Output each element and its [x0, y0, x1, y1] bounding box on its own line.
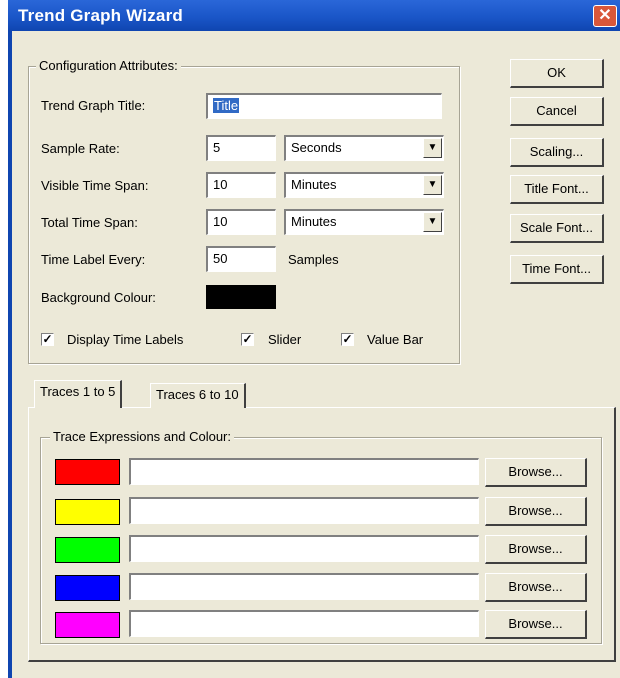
browse-button-5[interactable]: Browse...	[485, 610, 587, 639]
background-colour-swatch[interactable]	[206, 285, 276, 309]
ok-button[interactable]: OK	[510, 59, 604, 88]
chevron-down-icon[interactable]: ▼	[423, 175, 442, 195]
time-font-button[interactable]: Time Font...	[510, 255, 604, 284]
tab-traces-1-to-5[interactable]: Traces 1 to 5	[34, 380, 123, 408]
total-time-span-label: Total Time Span:	[41, 215, 138, 230]
tab-traces-6-to-10[interactable]: Traces 6 to 10	[150, 383, 246, 408]
visible-time-span-unit-value: Minutes	[291, 177, 337, 192]
visible-time-span-input[interactable]: 10	[206, 172, 276, 198]
visible-time-span-label: Visible Time Span:	[41, 178, 149, 193]
time-label-every-label: Time Label Every:	[41, 252, 146, 267]
total-time-span-unit-value: Minutes	[291, 214, 337, 229]
time-label-every-unit: Samples	[288, 252, 339, 267]
title-font-button[interactable]: Title Font...	[510, 175, 604, 204]
total-time-span-unit-select[interactable]: Minutes ▼	[284, 209, 444, 235]
trace-colour-swatch-1[interactable]	[55, 459, 120, 485]
close-icon: ✕	[598, 7, 612, 24]
checkbox-check-icon: ✓	[241, 332, 254, 346]
sample-rate-input[interactable]: 5	[206, 135, 276, 161]
browse-button-4[interactable]: Browse...	[485, 573, 587, 602]
trace-colour-swatch-2[interactable]	[55, 499, 120, 525]
window-title: Trend Graph Wizard	[18, 6, 183, 25]
trace-expression-input-1[interactable]	[129, 458, 479, 485]
trace-colour-swatch-4[interactable]	[55, 575, 120, 601]
trace-expression-input-5[interactable]	[129, 610, 479, 637]
scaling-button[interactable]: Scaling...	[510, 138, 604, 167]
value-bar-label: Value Bar	[367, 332, 424, 347]
trace-expression-input-4[interactable]	[129, 573, 479, 600]
sample-rate-label: Sample Rate:	[41, 141, 120, 156]
background-colour-label: Background Colour:	[41, 290, 156, 305]
sample-rate-unit-select[interactable]: Seconds ▼	[284, 135, 444, 161]
configuration-attributes-legend: Configuration Attributes:	[36, 58, 181, 73]
cancel-button[interactable]: Cancel	[510, 97, 604, 126]
trend-graph-title-input[interactable]: Title	[206, 93, 442, 119]
time-label-every-input[interactable]: 50	[206, 246, 276, 272]
total-time-span-input[interactable]: 10	[206, 209, 276, 235]
trace-colour-swatch-5[interactable]	[55, 612, 120, 638]
trace-expression-input-2[interactable]	[129, 497, 479, 524]
checkbox-check-icon: ✓	[341, 332, 354, 346]
slider-label: Slider	[268, 332, 302, 347]
trace-expressions-legend: Trace Expressions and Colour:	[50, 429, 234, 444]
chevron-down-icon[interactable]: ▼	[423, 138, 442, 158]
checkbox-check-icon: ✓	[41, 332, 54, 346]
close-button[interactable]: ✕	[593, 5, 617, 27]
trace-colour-swatch-3[interactable]	[55, 537, 120, 563]
browse-button-3[interactable]: Browse...	[485, 535, 587, 564]
chevron-down-icon[interactable]: ▼	[423, 212, 442, 232]
browse-button-2[interactable]: Browse...	[485, 497, 587, 526]
trend-graph-title-value: Title	[213, 98, 240, 113]
scale-font-button[interactable]: Scale Font...	[510, 214, 604, 243]
trend-graph-title-label: Trend Graph Title:	[41, 98, 146, 113]
visible-time-span-unit-select[interactable]: Minutes ▼	[284, 172, 444, 198]
sample-rate-unit-value: Seconds	[291, 140, 342, 155]
display-time-labels-label: Display Time Labels	[67, 332, 184, 347]
trace-expression-input-3[interactable]	[129, 535, 479, 562]
browse-button-1[interactable]: Browse...	[485, 458, 587, 487]
